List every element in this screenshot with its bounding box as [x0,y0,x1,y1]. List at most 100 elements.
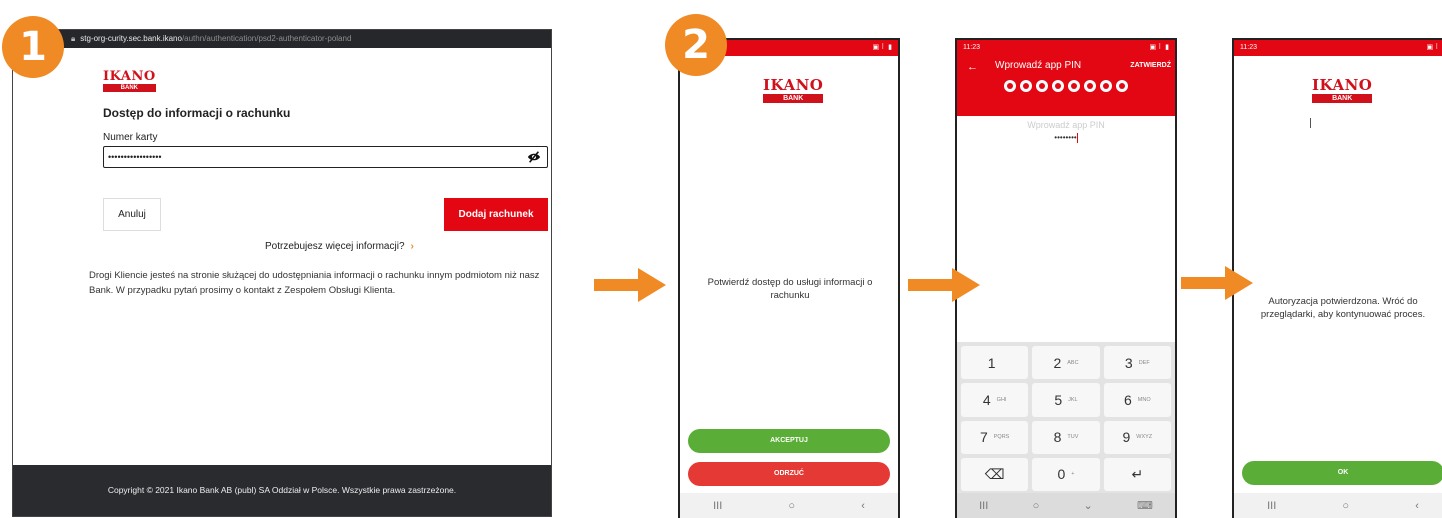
text-caret [1076,133,1078,143]
android-nav-bar: III ○ ‹ [680,493,898,518]
key-digit: 0 [1057,466,1066,483]
reject-button[interactable]: ODRZUĆ [688,462,890,486]
step-badge-1: 1 [2,16,64,78]
status-time: 11:23 [1240,44,1257,51]
key-2[interactable]: 2 ABC [1032,346,1100,380]
url-path: /authn/authentication/psd2-authenticator… [181,34,352,43]
pin-dot [1116,80,1128,92]
pin-input[interactable]: •••••••• [957,133,1175,143]
add-account-button[interactable]: Dodaj rachunek [444,198,548,231]
back-button[interactable]: ‹ [1415,500,1419,512]
status-icons: ▣ ⠇ ▮ [1149,44,1169,51]
key-digit: 7 [979,429,988,446]
pin-dot [1036,80,1048,92]
pin-dot [1068,80,1080,92]
key-8[interactable]: 8 TUV [1032,420,1100,454]
back-button[interactable]: ‹ [861,500,865,512]
arrow-right-icon [908,268,980,302]
key-digit: 1 [987,354,996,371]
browser-window: 🔒︎ stg-org-curity.sec.bank.ikano/authn/au… [12,29,552,517]
key-digit: 6 [1124,391,1132,408]
status-bar: 11:23 ▣ ⠇ ▮ [957,40,1175,56]
key-5[interactable]: 5 JKL [1032,383,1100,417]
numeric-keypad: 1 2 ABC 3 DEF 4 GHI 5 JKL 6 MNO 7 PQRS 8 TUV 9W… [957,342,1175,495]
card-number-input[interactable]: ••••••••••••••••• [103,146,548,168]
card-number-label: Numer karty [103,132,158,143]
status-bar: 11:23 ▣ ⠇ ▮ [1234,40,1442,56]
ikano-bank-logo: IKANO BANK [763,76,824,105]
key-0[interactable]: 0 + [1032,457,1100,491]
key-letters: DEF [1138,359,1150,366]
phone-confirmation-screen: 11:23 ▣ ⠇ ▮ IKANO BANK Autoryzacja potwi… [1232,38,1442,518]
app-bar: ← Wprowadź app PIN ZATWIERDŹ [957,56,1175,116]
home-button[interactable]: ○ [788,500,795,512]
cancel-button[interactable]: Anuluj [103,198,161,231]
android-nav-bar: III ○ ‹ [1234,493,1442,518]
key-letters: TUV [1067,434,1079,441]
key-3[interactable]: 3 DEF [1103,346,1171,380]
status-icons: ▣ ⠇ ▮ [872,44,892,51]
key-digit: 3 [1124,354,1133,371]
recent-apps-button[interactable]: III [1267,500,1276,512]
logo-word: IKANO [1312,76,1373,94]
status-icons: ▣ ⠇ ▮ [1426,44,1442,51]
hide-keyboard-button[interactable]: ⌄ [1083,499,1092,512]
key-1[interactable]: 1 [961,346,1029,380]
key-digit: 4 [982,391,991,408]
consent-message: Potwierdź dostęp do usługi informacji o … [707,277,873,301]
key-letters: WXYZ [1136,434,1153,441]
page-title: Dostęp do informacji o rachunku [103,106,291,120]
ok-button[interactable]: OK [1242,461,1442,485]
confirmation-message: Autoryzacja potwierdzona. Wróć do przegl… [1260,296,1426,320]
keyboard-icon[interactable]: ⌨ [1137,499,1153,512]
backspace-icon: ⌫ [984,465,1005,482]
step-badge-2: 2 [665,14,727,76]
accept-button[interactable]: AKCEPTUJ [688,429,890,453]
pin-dot [1020,80,1032,92]
key-letters: MNO [1137,396,1151,403]
phone-consent-screen: ▣ ⠇ ▮ IKANO BANK Potwierdź dostęp do usł… [678,38,900,518]
address-bar[interactable]: 🔒︎ stg-org-curity.sec.bank.ikano/authn/au… [13,30,551,48]
key-digit: 5 [1054,391,1063,408]
key-letters: GHI [996,396,1007,403]
key-9[interactable]: 9 WXYZ [1103,420,1171,454]
more-info-label: Potrzebujesz więcej informacji? [265,241,405,252]
more-info-link[interactable]: Potrzebujesz więcej informacji? › [265,241,414,252]
enter-icon: ↵ [1131,465,1144,482]
logo-bank: BANK [103,84,156,92]
eye-slash-icon[interactable] [527,150,541,164]
back-arrow-icon[interactable]: ← [967,61,978,73]
arrow-right-icon [594,268,666,302]
key-4[interactable]: 4 GHI [961,383,1029,417]
home-button[interactable]: ○ [1342,500,1349,512]
url-host: stg-org-curity.sec.bank.ikano [80,34,182,43]
pin-dot [1052,80,1064,92]
phone-pin-screen: 11:23 ▣ ⠇ ▮ ← Wprowadź app PIN ZATWIERDŹ… [955,38,1177,518]
pin-dot [1004,80,1016,92]
key-digit: 2 [1053,354,1062,371]
pin-progress-dots [957,80,1175,92]
home-button[interactable]: ○ [1033,500,1040,512]
logo-bank: BANK [1312,94,1373,103]
key-letters: JKL [1068,396,1078,403]
card-number-value: ••••••••••••••••• [108,152,162,162]
copyright-footer: Copyright © 2021 Ikano Bank AB (publ) SA… [13,465,551,516]
backspace-key[interactable]: ⌫ [961,457,1029,491]
key-digit: 8 [1053,429,1062,446]
info-text: Drogi Kliencie jesteś na stronie służące… [89,270,540,296]
ikano-bank-logo: IKANO BANK [1312,76,1373,105]
recent-apps-button[interactable]: III [979,500,988,512]
key-letters: ABC [1067,359,1079,366]
pin-placeholder: Wprowadź app PIN [1027,120,1105,130]
key-6[interactable]: 6 MNO [1103,383,1171,417]
pin-value: •••••••• [1054,133,1077,143]
logo-word: IKANO [763,76,824,94]
pin-dot [1084,80,1096,92]
recent-apps-button[interactable]: III [713,500,722,512]
enter-key[interactable]: ↵ [1103,457,1171,491]
key-7[interactable]: 7 PQRS [961,420,1029,454]
logo-bank: BANK [763,94,824,103]
confirm-button[interactable]: ZATWIERDŹ [1130,62,1171,69]
key-letters: PQRS [993,434,1010,441]
status-time: 11:23 [963,44,980,51]
